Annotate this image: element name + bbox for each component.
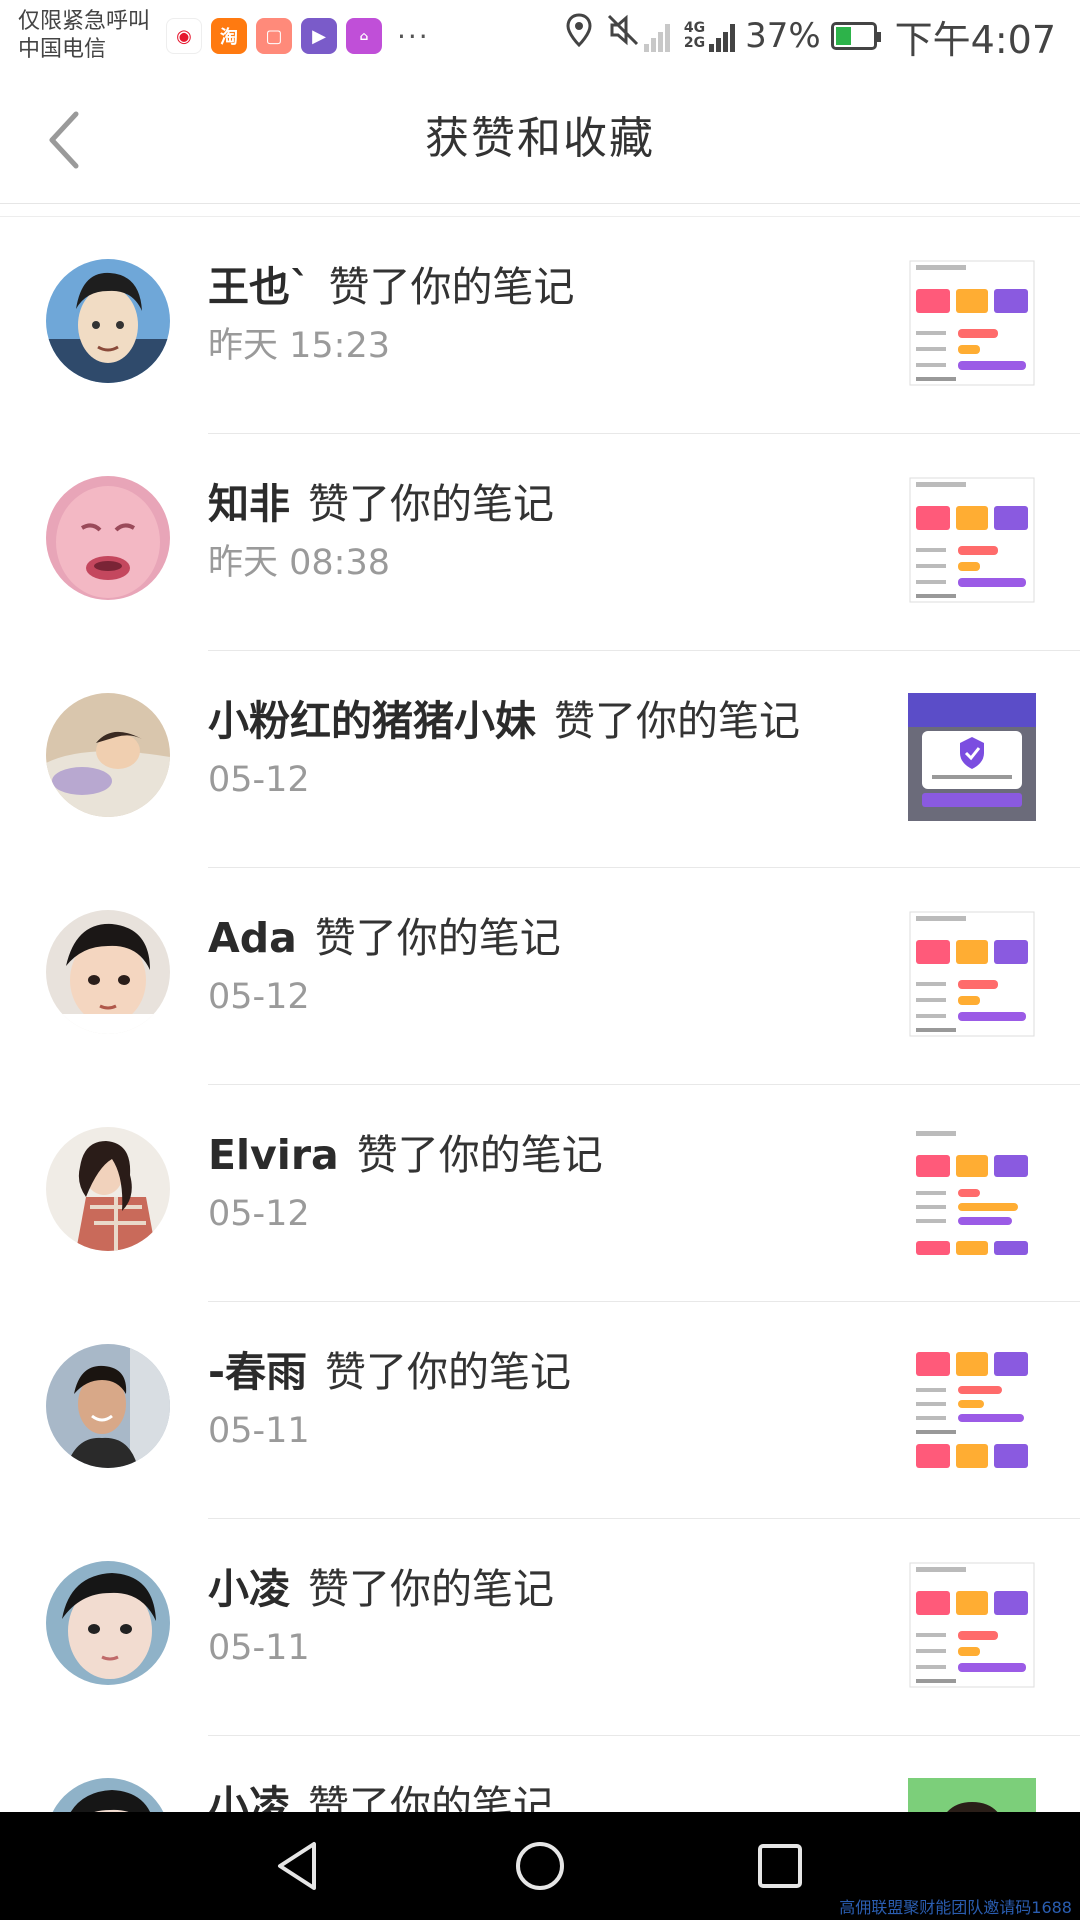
app-icon: ⌂	[346, 18, 382, 54]
nav-home-button[interactable]	[508, 1834, 572, 1898]
notification-list: 王也` 赞了你的笔记 昨天 15:23 知非 赞了你的笔记 昨天 08:38 小粉红…	[0, 216, 1080, 1812]
page-title: 获赞和收藏	[425, 113, 655, 164]
navigation-bar: 高佣联盟聚财能团队邀请码1688	[0, 1812, 1080, 1920]
more-notifications-icon: ···	[397, 19, 430, 53]
avatar[interactable]	[46, 1344, 170, 1468]
list-item[interactable]: Ada 赞了你的笔记 05-12	[0, 868, 1080, 1085]
page-header: 获赞和收藏	[0, 76, 1080, 204]
network-type: 4G 2G	[683, 20, 706, 51]
action-text: 赞了你的笔记	[314, 914, 561, 962]
username[interactable]: 小凌	[208, 1565, 290, 1613]
note-thumbnail[interactable]	[908, 1778, 1036, 1812]
avatar[interactable]	[46, 476, 170, 600]
notification-text: 小凌 赞了你的笔记	[208, 1778, 888, 1812]
notification-text: -春雨 赞了你的笔记 05-11	[208, 1344, 888, 1456]
notification-text: 知非 赞了你的笔记 昨天 08:38	[208, 476, 888, 588]
nav-recents-button[interactable]	[748, 1834, 812, 1898]
box-icon: ▢	[256, 18, 292, 54]
username[interactable]: Elvira	[208, 1131, 339, 1179]
timestamp: 昨天 15:23	[208, 326, 390, 366]
timestamp: 05-12	[208, 977, 310, 1017]
notification-text: Elvira 赞了你的笔记 05-12	[208, 1127, 888, 1239]
username[interactable]: 小粉红的猪猪小妹	[208, 697, 536, 745]
note-thumbnail[interactable]	[908, 1127, 1036, 1255]
action-text: 赞了你的笔记	[308, 480, 554, 528]
note-thumbnail[interactable]	[908, 1561, 1036, 1689]
avatar[interactable]	[46, 910, 170, 1034]
note-thumbnail[interactable]	[908, 910, 1036, 1038]
list-item[interactable]: 小粉红的猪猪小妹 赞了你的笔记 05-12	[0, 651, 1080, 868]
action-text: 赞了你的笔记	[554, 697, 800, 745]
note-thumbnail[interactable]	[908, 259, 1036, 387]
carrier-name: 中国电信	[18, 37, 107, 62]
timestamp: 昨天 08:38	[208, 543, 390, 583]
avatar[interactable]	[46, 693, 170, 817]
carrier-info: 仅限紧急呼叫 中国电信	[18, 8, 150, 64]
location-icon	[566, 12, 592, 60]
list-item[interactable]: 知非 赞了你的笔记 昨天 08:38	[0, 434, 1080, 651]
status-bar: 仅限紧急呼叫 中国电信 ◉ 淘 ▢ ▶ ⌂ ··· 4G 2G 37% 下午4:…	[0, 0, 1080, 76]
taobao-icon: 淘	[211, 18, 247, 54]
nav-home-icon	[516, 1842, 564, 1890]
action-text: 赞了你的笔记	[328, 263, 575, 311]
notification-text: 小凌 赞了你的笔记 05-11	[208, 1561, 888, 1673]
avatar[interactable]	[46, 259, 170, 383]
avatar[interactable]	[46, 1127, 170, 1251]
notification-text: 王也` 赞了你的笔记 昨天 15:23	[208, 259, 888, 371]
notification-text: Ada 赞了你的笔记 05-12	[208, 910, 888, 1022]
timestamp: 05-11	[208, 1411, 310, 1451]
video-icon: ▶	[301, 18, 337, 54]
note-thumbnail[interactable]	[908, 476, 1036, 604]
username[interactable]: 知非	[208, 480, 290, 528]
clock: 下午4:07	[894, 17, 1056, 62]
action-text: 赞了你的笔记	[325, 1348, 572, 1396]
list-item[interactable]: -春雨 赞了你的笔记 05-11	[0, 1302, 1080, 1519]
timestamp: 05-12	[208, 1194, 310, 1234]
notification-icons: ◉ 淘 ▢ ▶ ⌂ ···	[166, 18, 430, 54]
note-thumbnail[interactable]	[908, 1344, 1036, 1472]
battery-icon	[830, 22, 881, 50]
avatar[interactable]	[46, 1778, 170, 1812]
username[interactable]: 王也`	[208, 263, 311, 311]
nav-recents-icon	[758, 1844, 802, 1888]
note-thumbnail[interactable]	[908, 693, 1036, 821]
mute-icon	[606, 13, 640, 60]
timestamp: 05-11	[208, 1628, 310, 1668]
timestamp: 05-12	[208, 760, 310, 800]
signal-bars-icon-2	[709, 20, 737, 52]
nav-back-button[interactable]	[268, 1834, 332, 1898]
username[interactable]: Ada	[208, 914, 297, 962]
carrier-emergency-text: 仅限紧急呼叫	[18, 9, 151, 34]
action-text: 赞了你的笔记	[308, 1782, 554, 1812]
list-item[interactable]: 小凌 赞了你的笔记	[0, 1736, 1080, 1812]
action-text: 赞了你的笔记	[356, 1131, 603, 1179]
list-item[interactable]: 小凌 赞了你的笔记 05-11	[0, 1519, 1080, 1736]
nav-back-icon	[278, 1842, 316, 1890]
username[interactable]: -春雨	[208, 1348, 307, 1396]
battery-percent: 37%	[745, 16, 821, 56]
watermark: 高佣联盟聚财能团队邀请码1688	[839, 1898, 1072, 1917]
notification-text: 小粉红的猪猪小妹 赞了你的笔记 05-12	[208, 693, 888, 805]
username[interactable]: 小凌	[208, 1782, 290, 1812]
list-item[interactable]: Elvira 赞了你的笔记 05-12	[0, 1085, 1080, 1302]
action-text: 赞了你的笔记	[308, 1565, 554, 1613]
list-item[interactable]: 王也` 赞了你的笔记 昨天 15:23	[0, 217, 1080, 434]
system-icons: 4G 2G 37% 下午4:07	[552, 12, 1056, 62]
signal-bars-icon-1	[643, 20, 672, 52]
weibo-icon: ◉	[166, 18, 202, 54]
avatar[interactable]	[46, 1561, 170, 1685]
